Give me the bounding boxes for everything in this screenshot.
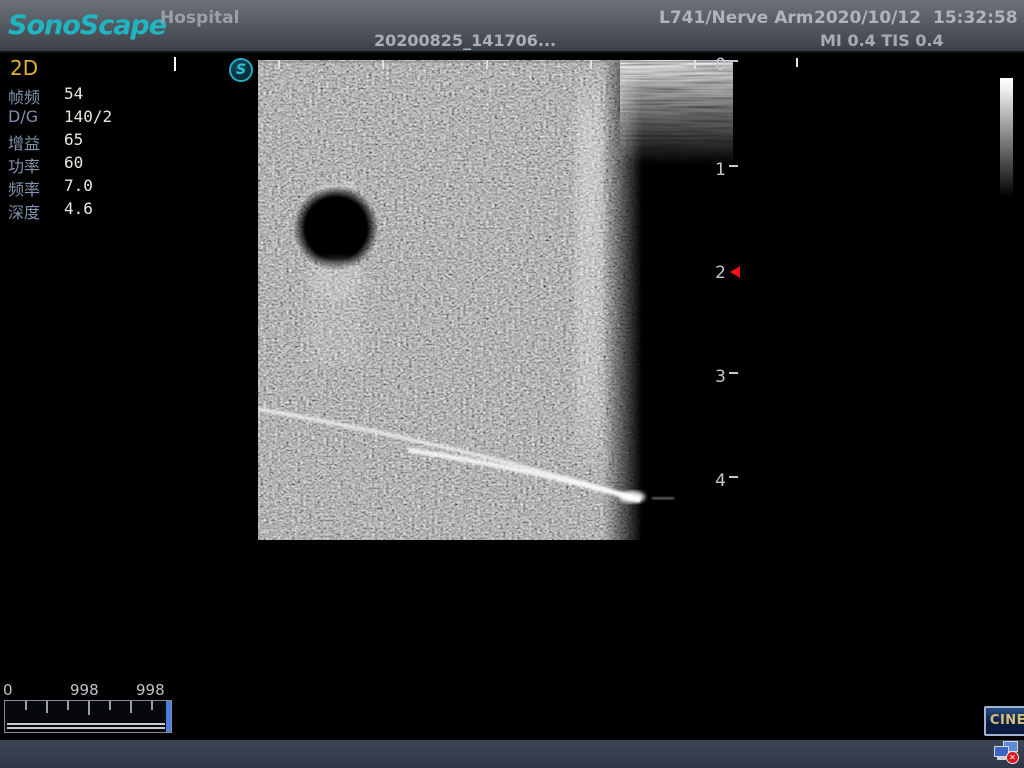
param-label-gain: 增益 — [8, 130, 40, 154]
system-time: 15:32:58 — [933, 8, 1018, 28]
param-value-frequency: 7.0 — [64, 176, 93, 195]
slider-tick — [88, 701, 90, 715]
acoustic-output-indices: MI 0.4 TIS 0.4 — [820, 31, 944, 50]
mode-label: 2D — [10, 56, 38, 80]
reverberation-band — [620, 60, 733, 165]
cine-scale-start: 0 — [3, 681, 13, 699]
system-date: 2020/10/12 — [814, 8, 921, 28]
probe-orientation-marker — [796, 58, 798, 67]
param-value-power: 60 — [64, 153, 83, 172]
slider-tick — [46, 701, 48, 713]
slider-tick — [151, 701, 153, 710]
cine-scale-mid: 998 — [70, 681, 99, 699]
param-label-depth: 深度 — [8, 199, 40, 223]
depth-tick-3: 3 — [704, 367, 726, 387]
grayscale-map-bar — [1000, 78, 1013, 200]
param-label-dynamic-range: D/G — [8, 107, 38, 126]
depth-tick-mark — [729, 476, 738, 478]
depth-tick-2: 2 — [704, 263, 726, 283]
depth-tick-1: 1 — [704, 160, 726, 180]
param-value-depth: 4.6 — [64, 199, 93, 218]
slider-tick — [109, 701, 111, 710]
exam-id: 20200825_141706... — [374, 31, 556, 50]
depth-tick-0: 0 — [704, 55, 726, 75]
text-cursor — [174, 57, 176, 71]
probe-preset: L741/Nerve Arm — [659, 8, 813, 28]
vertical-artifact-streak — [576, 64, 602, 480]
network-status-icon[interactable]: ✕ — [992, 741, 1022, 767]
ultrasound-image[interactable] — [258, 60, 733, 540]
network-error-badge: ✕ — [1006, 751, 1019, 764]
top-status-bar: SonoScape Hospital 20200825_141706... L7… — [0, 0, 1024, 53]
depth-tick-4: 4 — [704, 471, 726, 491]
slider-tick — [130, 701, 132, 713]
param-value-gain: 65 — [64, 130, 83, 149]
depth-tick-mark — [729, 165, 738, 167]
param-value-frame-rate: 54 — [64, 84, 83, 103]
sonoscape-s-icon: S — [229, 58, 253, 82]
slider-rail — [7, 723, 165, 729]
param-label-frame-rate: 帧频 — [8, 84, 40, 108]
hospital-name: Hospital — [160, 8, 239, 28]
focus-position-marker — [730, 266, 740, 278]
cine-button[interactable]: CINE — [984, 706, 1024, 736]
cine-frame-slider[interactable] — [4, 700, 172, 733]
slider-tick — [67, 701, 69, 710]
monitor-stand — [997, 757, 1006, 760]
bottom-task-bar — [0, 740, 1024, 768]
cine-position-thumb[interactable] — [166, 701, 171, 732]
depth-tick-mark — [729, 60, 738, 62]
param-label-frequency: 频率 — [8, 176, 40, 200]
param-label-power: 功率 — [8, 153, 40, 177]
param-value-dynamic-range: 140/2 — [64, 107, 112, 126]
slider-tick — [25, 701, 27, 710]
posterior-enhancement — [308, 258, 364, 298]
cine-scale-end: 998 — [136, 681, 165, 699]
depth-tick-mark — [729, 372, 738, 374]
brand-logo: SonoScape — [8, 10, 166, 41]
